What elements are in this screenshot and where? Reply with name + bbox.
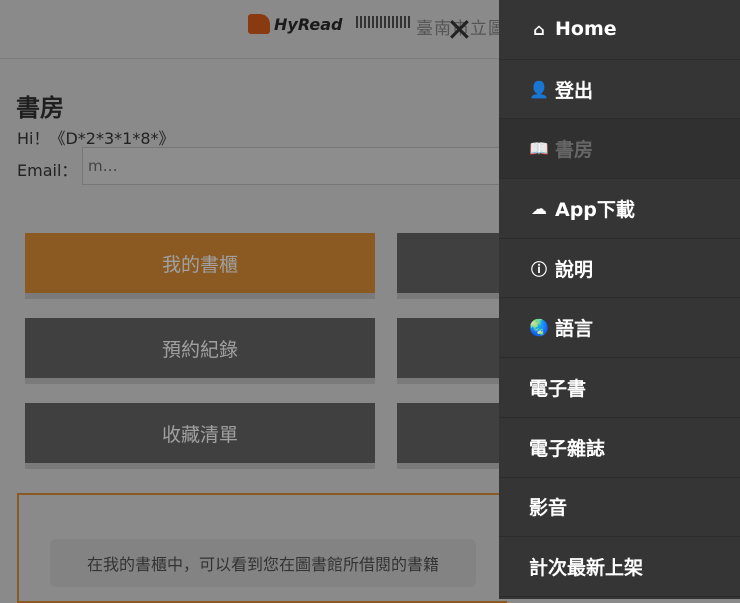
page-title: 書房 — [16, 94, 64, 122]
menu-button-hidden-3[interactable] — [397, 403, 507, 469]
sidebar-menu: ⌂ Home 👤 登出 📖 書房 ☁ App下載 ⓘ 說明 🌏 語言 電子書 電子雜誌 影音… — [499, 0, 740, 599]
user-times-icon: 👤 — [529, 79, 549, 99]
sidebar-item-home[interactable]: ⌂ Home — [499, 0, 740, 60]
hyread-logo[interactable]: HyRead — [248, 14, 342, 34]
sidebar-item-language[interactable]: 🌏 語言 — [499, 298, 740, 359]
favorites-button[interactable]: 收藏清單 — [25, 403, 375, 469]
book-open-icon: 📖 — [529, 139, 549, 159]
sidebar-item-study[interactable]: 📖 書房 — [499, 119, 740, 180]
sidebar-item-emagazines[interactable]: 電子雜誌 — [499, 418, 740, 478]
sidebar-item-logout[interactable]: 👤 登出 — [499, 60, 740, 120]
home-icon: ⌂ — [533, 19, 545, 39]
close-icon[interactable]: ✕ — [446, 14, 473, 46]
cloud-download-icon: ☁ — [531, 198, 547, 218]
sidebar-item-ebooks[interactable]: 電子書 — [499, 358, 740, 418]
library-logo-mark — [356, 16, 410, 28]
info-icon: ⓘ — [530, 260, 547, 280]
greeting: Hi！《D*2*3*1*8*》 — [17, 129, 175, 148]
menu-button-hidden-1[interactable] — [397, 233, 507, 299]
header: HyRead 臺南市立圖書館 ✕ — [0, 0, 500, 59]
sidebar-item-media[interactable]: 影音 — [499, 478, 740, 538]
sidebar-item-new-arrivals[interactable]: 計次最新上架 — [499, 537, 740, 597]
sidebar-item-help[interactable]: ⓘ 說明 — [499, 239, 740, 299]
sidebar-item-app-download[interactable]: ☁ App下載 — [499, 179, 740, 239]
my-bookshelf-button[interactable]: 我的書櫃 — [25, 233, 375, 299]
reservation-records-button[interactable]: 預約紀錄 — [25, 318, 375, 384]
menu-button-hidden-2[interactable] — [397, 318, 507, 384]
email-field[interactable]: m… — [82, 147, 512, 185]
globe-icon: 🌏 — [529, 318, 549, 338]
book-logo-icon — [248, 14, 270, 34]
email-label: Email： — [17, 161, 78, 180]
hint-text: 在我的書櫃中，可以看到您在圖書館所借閱的書籍 — [50, 539, 476, 587]
